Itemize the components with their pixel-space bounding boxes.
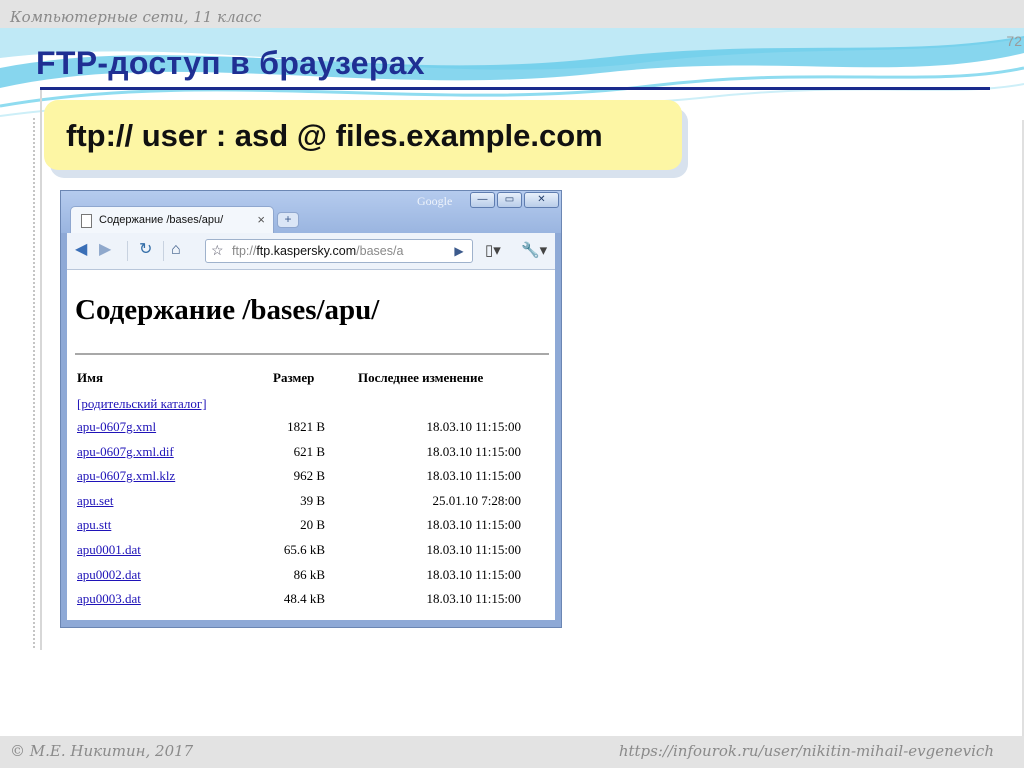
file-row: apu-0607g.xml 1821 B 18.03.10 11:15:00 [67, 419, 555, 444]
file-size: 621 B [293, 443, 325, 459]
file-modified: 18.03.10 11:15:00 [426, 468, 522, 484]
url-syntax-text: ftp:// user : asd @ files.example.com [66, 118, 603, 153]
file-link[interactable]: apu.stt [77, 517, 111, 533]
file-link[interactable]: apu-0607g.xml.dif [77, 444, 174, 460]
reload-icon[interactable]: ↻ [139, 240, 152, 260]
address-text[interactable]: ftp://ftp.kaspersky.com/bases/a [232, 244, 403, 258]
file-modified: 18.03.10 11:15:00 [426, 517, 522, 533]
url-syntax-callout: ftp:// user : asd @ files.example.com [44, 100, 682, 170]
file-modified: 18.03.10 11:15:00 [426, 566, 522, 582]
heading-divider [75, 353, 549, 355]
page-menu-icon[interactable]: ▯▾ [485, 241, 501, 259]
go-icon[interactable]: ▶ [448, 239, 470, 263]
star-icon[interactable]: ☆ [211, 242, 224, 259]
column-header-size: Размер [273, 370, 315, 385]
file-row: apu-0607g.xml.klz 962 B 18.03.10 11:15:0… [67, 468, 555, 493]
file-row: apu.set 39 B 25.01.10 7:28:00 [67, 493, 555, 518]
tab-title: Содержание /bases/apu/ [99, 214, 224, 226]
address-bar[interactable]: ☆ ftp://ftp.kaspersky.com/bases/a [205, 239, 473, 263]
file-list: apu-0607g.xml 1821 B 18.03.10 11:15:00 a… [67, 419, 555, 616]
file-size: 65.6 kB [283, 541, 325, 557]
file-size: 1821 B [287, 419, 325, 434]
column-header-modified: Последнее изменение [358, 370, 484, 385]
file-row: apu0002.dat 86 kB 18.03.10 11:15:00 [67, 567, 555, 592]
file-row: apu.stt 20 B 18.03.10 11:15:00 [67, 517, 555, 542]
file-size: 48.4 kB [283, 591, 325, 607]
address-host: ftp.kaspersky.com [256, 244, 357, 258]
page-content: Содержание /bases/apu/ Имя Размер Послед… [67, 270, 555, 620]
document-icon [81, 214, 92, 228]
slide-title: FTP-доступ в браузерах [36, 45, 425, 81]
course-label: Компьютерные сети, 11 класс [10, 8, 262, 26]
file-size: 86 kB [293, 566, 325, 582]
file-row: apu0001.dat 65.6 kB 18.03.10 11:15:00 [67, 542, 555, 567]
file-link[interactable]: apu0001.dat [77, 542, 141, 558]
home-icon[interactable]: ⌂ [171, 240, 181, 260]
parent-directory-link[interactable]: [родительский каталог] [77, 396, 207, 412]
forward-icon[interactable]: ▶ [99, 240, 111, 260]
file-modified: 18.03.10 11:15:00 [426, 443, 522, 459]
toolbar-separator [163, 241, 164, 261]
column-header-name: Имя [77, 370, 103, 385]
tab-close-icon[interactable]: × [257, 212, 265, 227]
author-credit: © М.Е. Никитин, 2017 [10, 742, 194, 760]
file-link[interactable]: apu-0607g.xml [77, 419, 156, 435]
left-guide-line [40, 90, 42, 650]
source-url: https://infourok.ru/user/nikitin-mihail-… [618, 742, 994, 760]
listing-heading: Содержание /bases/apu/ [75, 294, 380, 326]
address-path: /bases/a [356, 244, 404, 258]
file-size: 20 B [300, 517, 325, 533]
close-window-button[interactable]: ✕ [524, 192, 559, 208]
file-link[interactable]: apu-0607g.xml.klz [77, 468, 175, 484]
browser-tab[interactable]: Содержание /bases/apu/ × [70, 206, 274, 234]
title-underline [40, 87, 990, 90]
browser-toolbar: ◀ ▶ ↻ ⌂ ☆ ftp://ftp.kaspersky.com/bases/… [67, 233, 555, 270]
new-tab-button[interactable]: + [277, 212, 299, 228]
file-row: apu0003.dat 48.4 kB 18.03.10 11:15:00 [67, 591, 555, 616]
left-dotted-line [33, 118, 35, 648]
toolbar-separator [127, 241, 128, 261]
maximize-button[interactable]: ▭ [497, 192, 522, 208]
google-label: Google [417, 194, 453, 208]
file-link[interactable]: apu0003.dat [77, 591, 141, 607]
file-link[interactable]: apu0002.dat [77, 567, 141, 583]
minimize-button[interactable]: — [470, 192, 495, 208]
browser-window: Содержание /bases/apu/ × + Google — ▭ ✕ … [60, 190, 562, 628]
back-icon[interactable]: ◀ [75, 240, 87, 260]
file-row: apu-0607g.xml.dif 621 B 18.03.10 11:15:0… [67, 444, 555, 469]
file-modified: 18.03.10 11:15:00 [426, 591, 522, 607]
file-size: 962 B [293, 468, 325, 484]
address-scheme: ftp:// [232, 244, 257, 258]
file-modified: 18.03.10 11:15:00 [426, 541, 522, 557]
file-size: 39 B [300, 492, 325, 508]
file-link[interactable]: apu.set [77, 493, 113, 509]
file-modified: 18.03.10 11:15:00 [426, 419, 522, 434]
slide-number: 72 [1006, 33, 1022, 49]
wrench-icon[interactable]: 🔧▾ [521, 241, 547, 259]
browser-titlebar: Содержание /bases/apu/ × + Google — ▭ ✕ [61, 191, 561, 234]
file-modified: 25.01.10 7:28:00 [432, 492, 521, 508]
slide-footer: © М.Е. Никитин, 2017 https://infourok.ru… [0, 736, 1024, 768]
